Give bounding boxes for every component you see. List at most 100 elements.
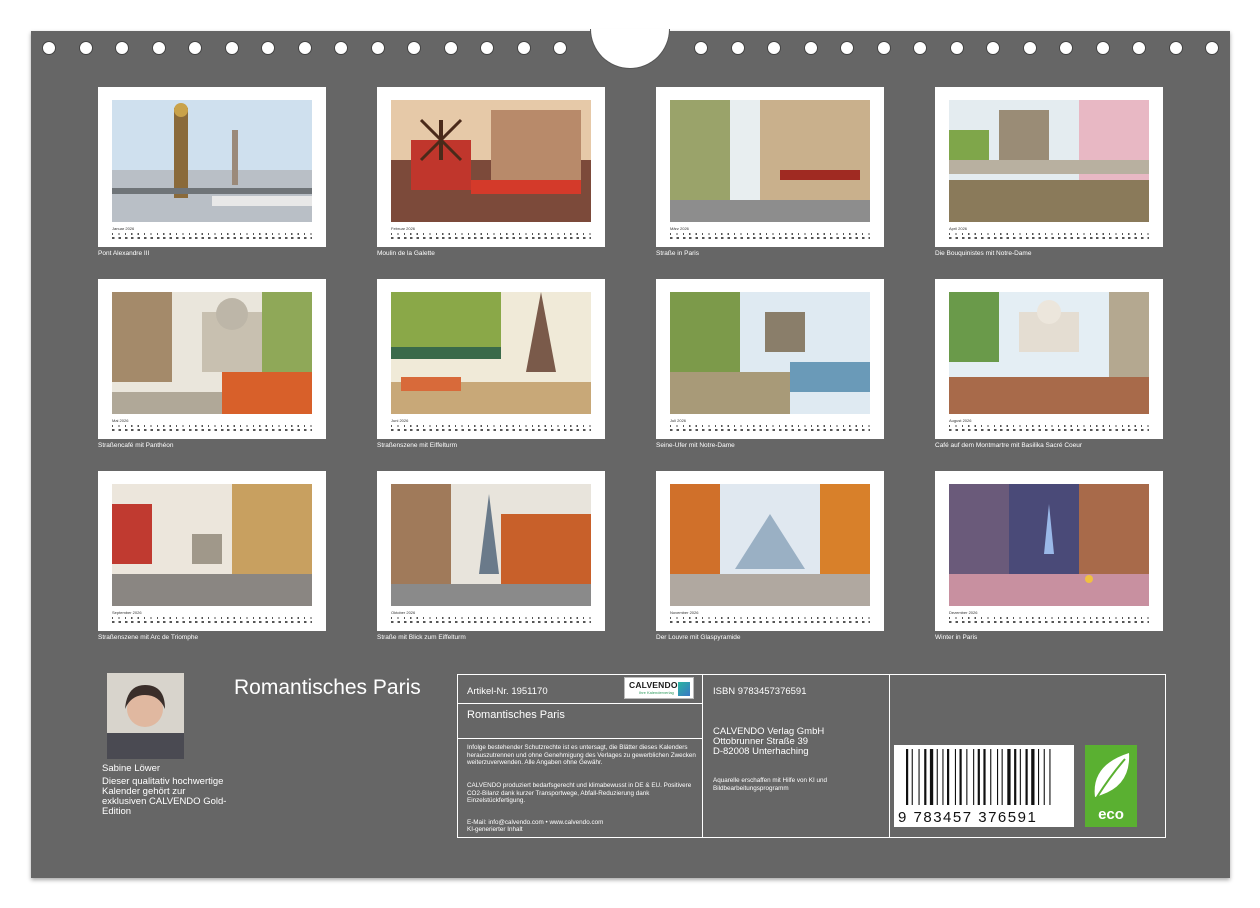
- barcode-bar: [1038, 749, 1040, 805]
- may-painting: [112, 292, 312, 414]
- barcode-bar: [911, 749, 913, 805]
- binding-hole: [1095, 41, 1110, 55]
- isbn: ISBN 9783457376591: [713, 686, 807, 697]
- barcode-bar: [1007, 749, 1011, 805]
- barcode-bar: [983, 749, 986, 805]
- day-grid: [670, 232, 870, 240]
- day-grid: [670, 424, 870, 432]
- month-label: Januar 2026: [112, 226, 135, 231]
- barcode-bar: [973, 749, 975, 805]
- binding-hole: [480, 41, 494, 55]
- month-label: Dezember 2026: [949, 610, 978, 615]
- september-painting: [112, 484, 312, 606]
- april-painting: [949, 100, 1149, 222]
- month-label: April 2026: [949, 226, 968, 231]
- caption-april: Die Bouquinistes mit Notre-Dame: [935, 250, 1032, 257]
- caption-october: Straße mit Blick zum Eiffelturm: [377, 634, 466, 641]
- eco-badge: eco: [1085, 745, 1137, 827]
- barcode-bar: [924, 749, 927, 805]
- binding-hole: [407, 41, 421, 55]
- binding-hole: [334, 41, 348, 55]
- barcode-bar: [1014, 749, 1017, 805]
- barcode-bar: [929, 749, 934, 805]
- barcode-bar: [954, 749, 956, 805]
- barcode-bar: [1031, 749, 1035, 805]
- barcode-bar: [966, 749, 968, 805]
- author-photo: [107, 673, 184, 759]
- edition-note: Dieser qualitativ hochwertige Kalender g…: [102, 776, 227, 817]
- binding-hole: [803, 41, 818, 55]
- month-card-august: August 2026: [935, 279, 1163, 439]
- binding-hole: [1205, 41, 1219, 55]
- caption-may: Straßencafé mit Panthéon: [98, 442, 174, 449]
- binding-hole: [42, 41, 56, 55]
- binding-hole: [767, 41, 781, 55]
- calendar-title: Romantisches Paris: [234, 676, 421, 699]
- binding-hole: [261, 41, 275, 55]
- month-card-may: Mai 2026: [98, 279, 326, 439]
- day-grid: [112, 424, 312, 432]
- month-label: März 2026: [670, 226, 689, 231]
- legal-text: Infolge bestehender Schutzrechte ist es …: [467, 744, 696, 766]
- march-painting: [670, 100, 870, 222]
- month-card-february: Februar 2026: [377, 87, 605, 247]
- barcode-bar: [947, 749, 950, 805]
- binding-hole: [188, 41, 202, 55]
- day-grid: [112, 616, 312, 624]
- barcode-bar: [906, 749, 909, 805]
- caption-august: Café auf dem Montmartre mit Basilika Sac…: [935, 442, 1083, 449]
- leaf-icon: [1094, 753, 1130, 798]
- june-painting: [391, 292, 591, 414]
- barcode-digits: 9 783457 376591: [898, 809, 1038, 826]
- binding-hole: [443, 41, 458, 55]
- month-card-april: April 2026: [935, 87, 1163, 247]
- ki-label: KI-generierter Inhalt: [467, 826, 523, 833]
- binding-hole: [224, 41, 239, 55]
- month-label: Mai 2026: [112, 418, 129, 423]
- caption-march: Straße in Paris: [656, 250, 699, 257]
- calvendo-mark-icon: [678, 682, 690, 696]
- barcode-bar: [1025, 749, 1028, 805]
- barcode-bar: [990, 749, 992, 805]
- month-card-october: Oktober 2026: [377, 471, 605, 631]
- author-name: Sabine Löwer: [102, 763, 161, 774]
- barcode-bar: [997, 749, 999, 805]
- barcode-bar: [1043, 749, 1045, 805]
- day-grid: [949, 424, 1149, 432]
- binding-hole: [840, 41, 854, 55]
- december-painting: [949, 484, 1149, 606]
- binding-hole: [730, 41, 745, 55]
- barcode-bar: [942, 749, 944, 805]
- barcode-bar: [1019, 749, 1021, 805]
- ki-note: Aquarelle erschaffen mit Hilfe von KI un…: [713, 777, 827, 792]
- eco-label: eco: [1098, 806, 1124, 823]
- barcode-bar: [936, 749, 938, 805]
- caption-september: Straßenszene mit Arc de Triomphe: [98, 634, 199, 641]
- barcode-bar: [959, 749, 962, 805]
- month-label: August 2026: [949, 418, 972, 423]
- day-grid: [949, 616, 1149, 624]
- january-painting: [112, 100, 312, 222]
- july-painting: [670, 292, 870, 414]
- day-grid: [391, 424, 591, 432]
- caption-november: Der Louvre mit Glaspyramide: [656, 634, 741, 641]
- month-card-december: Dezember 2026: [935, 471, 1163, 631]
- binding-hole: [1059, 41, 1073, 55]
- month-card-march: März 2026: [656, 87, 884, 247]
- barcode-bars: [906, 749, 1051, 805]
- binding-hole: [949, 41, 964, 55]
- publisher-city: D-82008 Unterhaching: [713, 746, 809, 757]
- barcode-bar: [977, 749, 980, 805]
- month-card-july: Juli 2026: [656, 279, 884, 439]
- caption-december: Winter in Paris: [935, 634, 978, 641]
- product-title: Romantisches Paris: [467, 709, 565, 721]
- binding-hole: [1022, 41, 1037, 55]
- month-label: November 2026: [670, 610, 699, 615]
- binding-hole: [876, 41, 891, 55]
- month-card-june: Juni 2026: [377, 279, 605, 439]
- barcode-bar: [918, 749, 920, 805]
- caption-february: Moulin de la Galette: [377, 250, 435, 257]
- caption-july: Seine-Ufer mit Notre-Dame: [656, 442, 735, 449]
- october-painting: [391, 484, 591, 606]
- month-label: Juli 2026: [670, 418, 687, 423]
